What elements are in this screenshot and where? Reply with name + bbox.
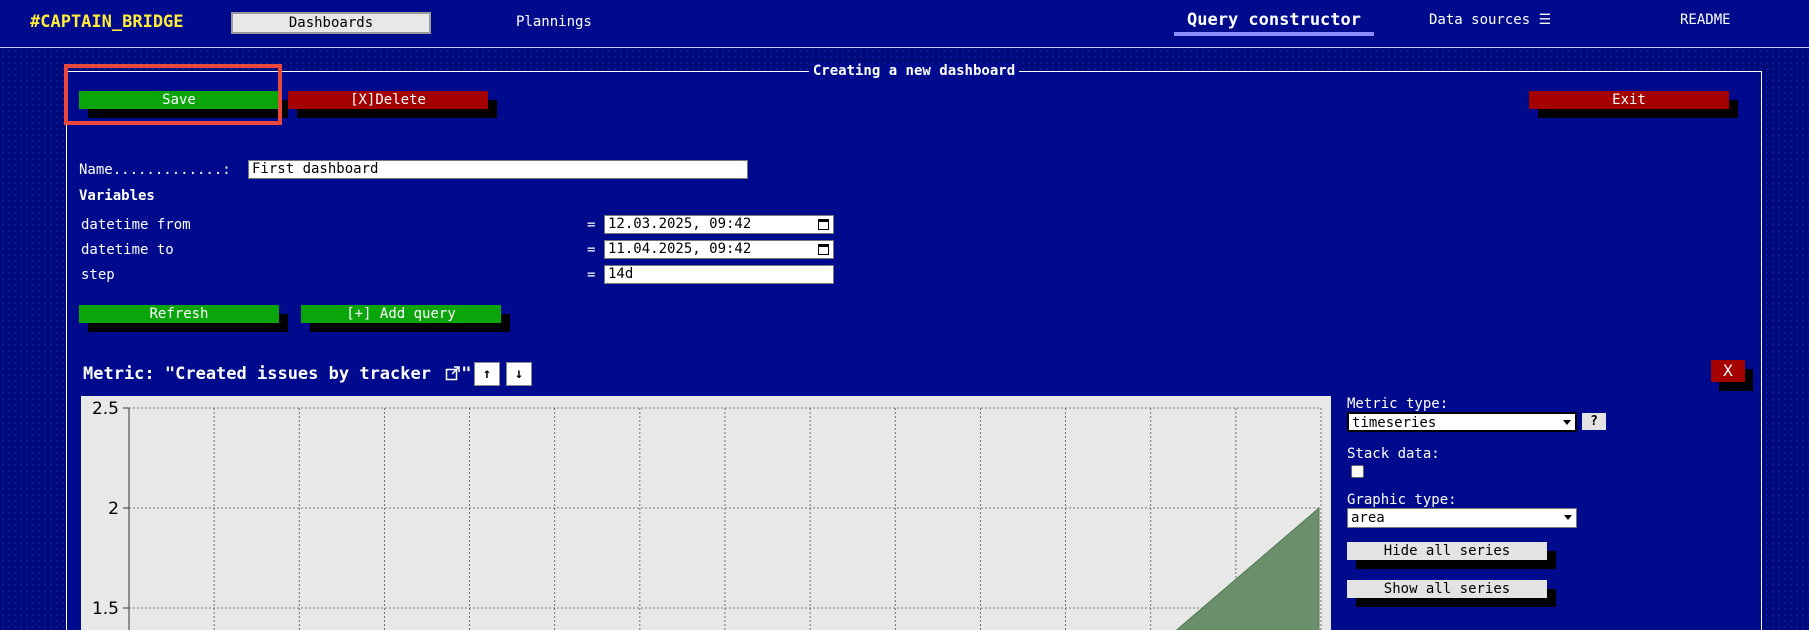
close-metric-button[interactable]: X: [1711, 360, 1745, 382]
variable-equals: =: [587, 217, 596, 233]
panel-title: Creating a new dashboard: [67, 63, 1761, 79]
metric-type-value: timeseries: [1352, 415, 1437, 431]
nav-data-sources[interactable]: Data sources ☰: [1429, 12, 1551, 28]
show-all-series-button[interactable]: Show all series: [1347, 580, 1547, 598]
metric-title: Metric: "Created issues by tracker ": [83, 364, 471, 384]
graphic-type-value: area: [1351, 510, 1385, 526]
variable-name: step: [81, 267, 115, 283]
save-button-highlight: [64, 64, 282, 125]
external-link-icon[interactable]: [445, 365, 461, 381]
hide-all-series-button[interactable]: Hide all series: [1347, 542, 1547, 560]
nav-query-constructor[interactable]: Query constructor: [1174, 10, 1374, 36]
name-input[interactable]: First dashboard: [248, 160, 748, 179]
variables-heading: Variables: [79, 188, 155, 204]
stack-data-checkbox[interactable]: [1351, 465, 1364, 478]
y-tick-label: 2.5: [92, 399, 119, 419]
variable-name: datetime to: [81, 242, 174, 258]
chevron-down-icon: [1564, 515, 1572, 520]
metric-title-end: ": [461, 364, 472, 384]
move-up-button[interactable]: ↑: [474, 362, 500, 386]
graphic-type-label: Graphic type:: [1347, 492, 1457, 508]
area-series: [1175, 506, 1320, 630]
stack-data-label: Stack data:: [1347, 446, 1440, 462]
y-tick-label: 2: [108, 499, 119, 519]
metric-title-text: Metric: "Created issues by tracker: [83, 364, 442, 384]
datetime-to-value: 11.04.2025, 09:42: [608, 241, 752, 257]
calendar-icon[interactable]: [818, 219, 829, 230]
nav-dashboards[interactable]: Dashboards: [231, 12, 431, 34]
calendar-icon[interactable]: [818, 244, 829, 255]
nav-plannings[interactable]: Plannings: [516, 14, 592, 30]
move-down-button[interactable]: ↓: [506, 362, 532, 386]
variable-name: datetime from: [81, 217, 191, 233]
metric-chart: 2.5 2 1.5: [81, 396, 1331, 630]
datetime-from-value: 12.03.2025, 09:42: [608, 216, 752, 232]
datetime-to-input[interactable]: 11.04.2025, 09:42: [604, 240, 834, 259]
delete-button[interactable]: [X]Delete: [288, 91, 488, 109]
y-tick-label: 1.5: [92, 599, 119, 619]
metric-type-label: Metric type:: [1347, 396, 1449, 412]
exit-button[interactable]: Exit: [1529, 91, 1729, 109]
top-navigation: #CAPTAIN_BRIDGE Dashboards Plannings Que…: [0, 0, 1809, 48]
datetime-from-input[interactable]: 12.03.2025, 09:42: [604, 215, 834, 234]
refresh-button[interactable]: Refresh: [79, 305, 279, 323]
metric-type-select[interactable]: timeseries: [1347, 412, 1577, 432]
help-button[interactable]: ?: [1582, 413, 1606, 430]
chart-svg: 2.5 2 1.5: [92, 399, 1322, 630]
chevron-down-icon: [1563, 420, 1571, 425]
step-input[interactable]: 14d: [604, 265, 834, 284]
add-query-button[interactable]: [+] Add query: [301, 305, 501, 323]
variable-equals: =: [587, 242, 596, 258]
brand-logo[interactable]: #CAPTAIN_BRIDGE: [30, 12, 184, 32]
nav-readme[interactable]: README: [1680, 12, 1731, 28]
graphic-type-select[interactable]: area: [1347, 508, 1577, 528]
name-label: Name.............:: [79, 162, 231, 178]
variable-equals: =: [587, 267, 596, 283]
